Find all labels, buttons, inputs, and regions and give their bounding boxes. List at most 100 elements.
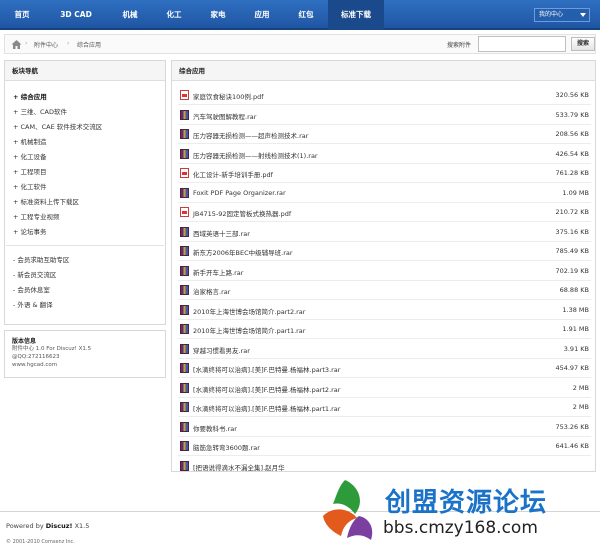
file-name-link[interactable]: 汽车驾驶图解教程.rar	[193, 111, 256, 121]
file-row: 西域英语十三部.rar 375.16 KB	[178, 223, 591, 242]
sidebar-item-engineering-videos[interactable]: + 工程专业视频	[13, 211, 60, 221]
file-name-link[interactable]: [水滴终将可以治病].[美]F.巴特曼.杨福林.part2.rar	[193, 384, 340, 394]
logo-icon	[323, 480, 373, 540]
file-size: 1.91 MB	[562, 325, 589, 333]
sidebar-item-general-apps[interactable]: + 综合应用	[13, 91, 47, 101]
breadcrumb-separator: ›	[67, 40, 70, 47]
file-name-link[interactable]: 你要教科书.rar	[193, 423, 237, 433]
nav-item-3d-cad[interactable]: 3D CAD	[44, 0, 108, 30]
chevron-down-icon	[580, 13, 586, 17]
search-button[interactable]: 搜索	[571, 37, 595, 51]
version-label: X1.5	[74, 522, 90, 530]
file-row: 穿越习惯看男友.rar 3.91 KB	[178, 340, 591, 359]
file-name-link[interactable]: 2010年上海世博会场馆简介.part2.rar	[193, 306, 305, 316]
file-size: 210.72 KB	[555, 208, 589, 216]
version-info-box: 版本信息 附件中心 1.0 For Discuz! X1.5 @QQ:27211…	[4, 330, 166, 378]
nav-item-application[interactable]: 应用	[240, 0, 284, 30]
file-name-link[interactable]: [把语说得滴水不漏全集].赵月华	[193, 462, 285, 472]
my-center-dropdown[interactable]: 我的中心	[534, 8, 590, 22]
file-size: 785.49 KB	[555, 247, 589, 255]
file-row: 你要教科书.rar 753.26 KB	[178, 418, 591, 437]
rar-file-icon	[180, 148, 189, 159]
rar-file-icon	[180, 187, 189, 198]
panel-title: 综合应用	[172, 61, 595, 81]
watermark-title: 创盟资源论坛	[385, 488, 548, 518]
pdf-file-icon	[180, 168, 189, 178]
sidebar-nav: 板块导航 + 综合应用 + 三维、CAD软件 + CAM、CAE 软件技术交流区…	[4, 60, 166, 325]
file-row: 新手开车上路.rar 702.19 KB	[178, 262, 591, 281]
pdf-file-icon	[180, 207, 189, 217]
file-size: 320.56 KB	[555, 91, 589, 99]
search-input[interactable]	[478, 36, 566, 52]
rar-file-icon	[180, 421, 189, 432]
version-info-line: 附件中心 1.0 For Discuz! X1.5	[12, 346, 92, 352]
rar-file-icon	[180, 304, 189, 315]
file-size: 702.19 KB	[555, 266, 589, 275]
sidebar-item-standards-download[interactable]: + 标准资料上传下载区	[13, 196, 79, 206]
watermark-url: bbs.cmzy168.com	[383, 518, 538, 538]
sidebar-item-member-help[interactable]: - 会员求助互助专区	[13, 254, 69, 264]
sidebar-title: 板块导航	[5, 61, 165, 81]
file-row: 压力容器无损检测——超声检测技术.rar 208.56 KB	[178, 125, 591, 144]
rar-file-icon	[180, 460, 189, 471]
file-name-link[interactable]: 穿越习惯看男友.rar	[193, 345, 250, 355]
file-size: 208.56 KB	[555, 130, 589, 138]
sidebar-item-language[interactable]: - 外语 & 翻译	[13, 299, 53, 309]
file-size: 753.26 KB	[555, 422, 589, 431]
watermark: 创盟资源论坛 bbs.cmzy168.com	[305, 470, 600, 553]
file-row: 家庭饮食秘诀100例.pdf 320.56 KB	[178, 86, 591, 105]
file-name-link[interactable]: 压力容器无损检测——射线检测技术(1).rar	[193, 150, 318, 160]
file-row: 治家格言.rar 68.88 KB	[178, 281, 591, 300]
file-name-link[interactable]: 新手开车上路.rar	[193, 267, 243, 277]
breadcrumb-attachment-center[interactable]: 附件中心	[34, 40, 58, 49]
version-info-site-link[interactable]: www.hgcad.com	[12, 361, 158, 369]
rar-file-icon	[180, 129, 189, 139]
file-name-link[interactable]: 2010年上海世博会场馆简介.part1.rar	[193, 325, 305, 335]
file-size: 454.97 KB	[555, 364, 589, 372]
nav-item-redpacket[interactable]: 红包	[284, 0, 328, 30]
nav-item-machinery[interactable]: 机械	[108, 0, 152, 30]
file-size: 641.46 KB	[555, 442, 589, 450]
file-name-link[interactable]: 化工设计-新手培训手册.pdf	[193, 169, 273, 179]
sidebar-divider	[6, 245, 164, 246]
file-name-link[interactable]: 新东方2006年BEC中级辅导班.rar	[193, 247, 293, 257]
sidebar-item-forum-affairs[interactable]: + 论坛事务	[13, 226, 47, 236]
file-size: 68.88 KB	[559, 286, 589, 294]
file-row: 2010年上海世博会场馆简介.part2.rar 1.38 MB	[178, 301, 591, 320]
rar-file-icon	[180, 402, 189, 412]
file-row: 化工设计-新手培训手册.pdf 761.28 KB	[178, 164, 591, 183]
home-icon[interactable]	[11, 39, 22, 50]
file-name-link[interactable]: Foxit PDF Page Organizer.rar	[193, 189, 286, 197]
file-name-link[interactable]: 家庭饮食秘诀100例.pdf	[193, 91, 264, 101]
sidebar-item-new-members[interactable]: - 新会员交流区	[13, 269, 56, 279]
file-name-link[interactable]: 西域英语十三部.rar	[193, 228, 250, 238]
sidebar-item-machining[interactable]: + 机械制造	[13, 136, 47, 146]
file-size: 533.79 KB	[555, 110, 589, 119]
sidebar-item-engineering-projects[interactable]: + 工程项目	[13, 166, 47, 176]
rar-file-icon	[180, 285, 189, 295]
sidebar-item-chemical-software[interactable]: + 化工软件	[13, 181, 47, 191]
sidebar-item-chemical-equipment[interactable]: + 化工设备	[13, 151, 47, 161]
sidebar-item-cam-cae[interactable]: + CAM、CAE 软件技术交流区	[13, 121, 102, 131]
file-size: 761.28 KB	[555, 169, 589, 177]
file-name-link[interactable]: 脑筋急转弯3600题.rar	[193, 442, 260, 452]
file-name-link[interactable]: [水滴终将可以治病].[美]F.巴特曼.杨福林.part3.rar	[193, 364, 340, 374]
file-name-link[interactable]: [水滴终将可以治病].[美]F.巴特曼.杨福林.part1.rar	[193, 403, 340, 413]
sidebar-item-lounge[interactable]: - 会员休息室	[13, 284, 50, 294]
version-info-qq: @QQ:272116623	[12, 354, 60, 360]
file-row: Foxit PDF Page Organizer.rar 1.09 MB	[178, 184, 591, 203]
file-row: 2010年上海世博会场馆简介.part1.rar 1.91 MB	[178, 320, 591, 339]
nav-item-appliance[interactable]: 家电	[196, 0, 240, 30]
file-name-link[interactable]: 治家格言.rar	[193, 286, 230, 296]
version-info-title: 版本信息	[12, 338, 37, 345]
sidebar-item-3d-cad[interactable]: + 三维、CAD软件	[13, 106, 67, 116]
file-name-link[interactable]: JB4715-92固定管板式换热器.pdf	[193, 208, 291, 218]
discuz-link[interactable]: Discuz!	[46, 522, 73, 530]
nav-item-chemical[interactable]: 化工	[152, 0, 196, 30]
file-name-link[interactable]: 压力容器无损检测——超声检测技术.rar	[193, 130, 308, 140]
breadcrumb-current: 综合应用	[77, 42, 102, 49]
file-list-panel: 综合应用 家庭饮食秘诀100例.pdf 320.56 KB 汽车驾驶图解教程.rar…	[171, 60, 596, 472]
nav-item-home[interactable]: 首页	[0, 0, 44, 30]
nav-item-standard-download[interactable]: 标准下载	[328, 0, 384, 30]
file-size: 426.54 KB	[555, 149, 589, 158]
